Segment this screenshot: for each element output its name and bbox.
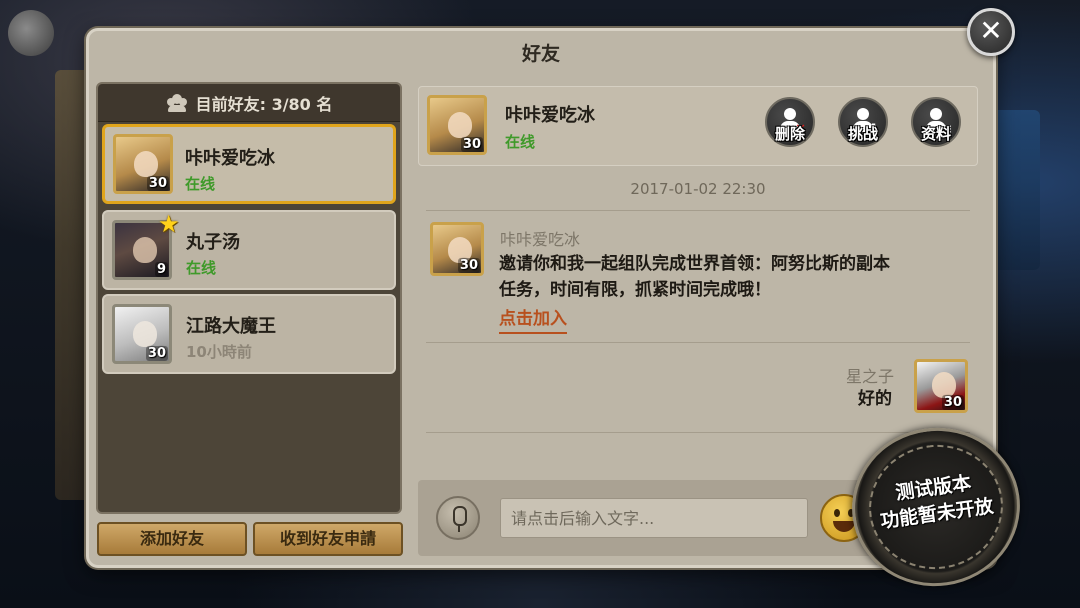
level-badge: 30 <box>145 346 168 361</box>
sender-avatar: 30 <box>430 222 484 276</box>
chat-divider <box>426 432 970 433</box>
friend-avatar: 30 <box>113 134 173 194</box>
microphone-icon[interactable] <box>436 496 480 540</box>
friend-name: 咔咔爱吃冰 <box>185 148 275 169</box>
friend-item[interactable]: 30 咔咔爱吃冰 在线 <box>102 124 396 204</box>
challenge-label: 挑战 <box>847 125 878 143</box>
close-button[interactable]: ✕ <box>967 8 1015 56</box>
reply-text: 好的 <box>858 389 892 409</box>
level-badge: 9 <box>154 262 168 277</box>
contact-avatar: 30 <box>427 95 487 155</box>
join-link[interactable]: 点击加入 <box>499 304 567 334</box>
profile-label: 资料 <box>920 125 951 143</box>
level-badge: 30 <box>146 176 169 191</box>
friends-count-label: 目前好友: 3/80 名 <box>195 94 333 114</box>
chat-timestamp: 2017-01-02 22:30 <box>630 180 766 198</box>
reply-sender: 星之子 <box>846 367 895 386</box>
level-badge: 30 <box>941 395 964 410</box>
contact-name: 咔咔爱吃冰 <box>505 105 595 126</box>
dialog-title: 好友 <box>521 43 560 65</box>
people-icon <box>166 93 188 112</box>
chat-text-input[interactable] <box>500 498 808 538</box>
delete-label: 删除 <box>774 125 805 143</box>
friend-name: 江路大魔王 <box>186 316 276 337</box>
contact-status: 在线 <box>505 133 536 151</box>
star-icon: ★ <box>158 210 180 238</box>
level-badge: 30 <box>460 137 483 152</box>
my-avatar: 30 <box>914 359 968 413</box>
friend-item[interactable]: 30 江路大魔王 10小時前 <box>102 294 396 374</box>
chat-divider <box>426 342 970 343</box>
message-line-1: 邀请你和我一起组队完成世界首领：阿努比斯的副本 <box>499 254 890 274</box>
message-sender: 咔咔爱吃冰 <box>500 230 581 249</box>
friend-item[interactable]: 9 ★ 丸子汤 在线 <box>102 210 396 290</box>
friends-count-header: 目前好友: 3/80 名 <box>98 84 400 122</box>
friends-list-panel: 目前好友: 3/80 名 30 咔咔爱吃冰 在线 9 ★ 丸子汤 在线 30 江… <box>96 82 402 514</box>
contact-card: 30 咔咔爱吃冰 在线 ✕ 删除 ⬇ 挑战 ≡ 资料 <box>418 86 978 166</box>
add-friend-button[interactable]: 添加好友 <box>97 522 247 556</box>
friend-avatar: 30 <box>112 304 172 364</box>
background-menu-icon <box>8 10 54 56</box>
message-line-2: 任务，时间有限，抓紧时间完成哦！ <box>499 280 771 300</box>
chat-divider <box>426 210 970 211</box>
level-badge: 30 <box>457 258 480 273</box>
friend-status: 在线 <box>186 259 217 277</box>
friend-status: 在线 <box>185 175 216 193</box>
friend-requests-button[interactable]: 收到好友申請 <box>253 522 403 556</box>
friend-status: 10小時前 <box>186 343 252 361</box>
friend-name: 丸子汤 <box>186 232 240 253</box>
